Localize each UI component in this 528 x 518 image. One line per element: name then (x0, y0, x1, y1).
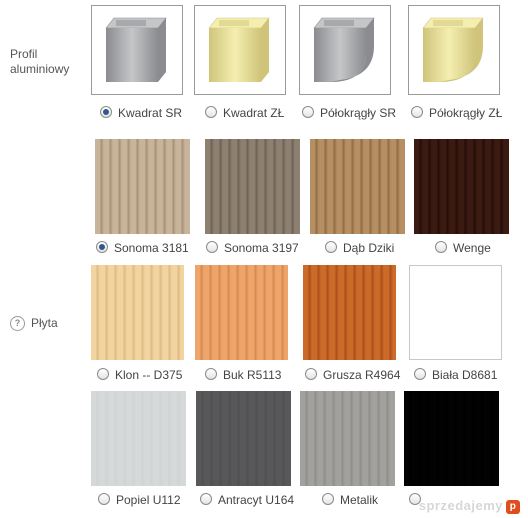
radio-button[interactable] (200, 493, 212, 505)
radio-button[interactable] (96, 241, 108, 253)
watermark: sprzedajemy p (419, 498, 520, 514)
radio-button[interactable] (322, 493, 334, 505)
board-option-1[interactable]: Sonoma 3181 (96, 240, 189, 256)
board-option-6[interactable]: Buk R5113 (205, 367, 281, 383)
board-option-2[interactable]: Sonoma 3197 (206, 240, 299, 256)
profile-image-4[interactable] (408, 5, 500, 95)
radio-button[interactable] (97, 368, 109, 380)
radio-button[interactable] (435, 241, 447, 253)
board-option-11[interactable]: Metalik (322, 492, 378, 508)
option-label: Grusza R4964 (323, 368, 401, 382)
profile-option-1[interactable]: Kwadrat SR (100, 105, 182, 121)
option-label: Kwadrat SR (118, 106, 183, 120)
option-label: Wenge (453, 241, 491, 255)
board-swatch-8[interactable] (409, 265, 502, 360)
profile-option-4[interactable]: Półokrągły ZŁ (411, 105, 502, 121)
profile-option-3[interactable]: Półokrągły SR (302, 105, 396, 121)
radio-button[interactable] (98, 493, 110, 505)
board-swatch-3[interactable] (310, 139, 405, 234)
option-label: Klon -- D375 (115, 368, 183, 382)
profile-image-1[interactable] (91, 5, 183, 95)
board-swatch-11[interactable] (300, 391, 395, 486)
board-swatch-7[interactable] (303, 265, 396, 360)
option-label: Półokrągły ZŁ (429, 106, 503, 120)
board-swatch-12[interactable] (404, 391, 499, 486)
option-label: Antracyt U164 (218, 493, 295, 507)
board-swatch-2[interactable] (205, 139, 300, 234)
option-label: Metalik (340, 493, 379, 507)
profile-option-2[interactable]: Kwadrat ZŁ (205, 105, 284, 121)
profile-label: Profil aluminiowy (10, 47, 70, 76)
option-label: Popiel U112 (116, 493, 181, 507)
board-option-7[interactable]: Grusza R4964 (305, 367, 400, 383)
radio-button[interactable] (206, 241, 218, 253)
board-swatch-9[interactable] (91, 391, 186, 486)
option-label: Biała D8681 (432, 368, 498, 382)
option-label: Sonoma 3197 (224, 241, 299, 255)
board-swatch-1[interactable] (95, 139, 190, 234)
radio-button[interactable] (205, 368, 217, 380)
radio-button[interactable] (305, 368, 317, 380)
board-option-4[interactable]: Wenge (435, 240, 491, 256)
profile-shape-icon (313, 17, 375, 82)
help-icon[interactable]: ? (10, 316, 25, 332)
board-swatch-4[interactable] (414, 139, 509, 234)
board-swatch-5[interactable] (91, 265, 184, 360)
option-label: Buk R5113 (223, 368, 282, 382)
board-option-9[interactable]: Popiel U112 (98, 492, 181, 508)
profile-image-3[interactable] (299, 5, 391, 95)
option-label: Kwadrat ZŁ (223, 106, 285, 120)
option-label: Półokrągły SR (320, 106, 397, 120)
board-option-10[interactable]: Antracyt U164 (200, 492, 294, 508)
watermark-logo-icon: p (506, 500, 520, 514)
radio-button[interactable] (414, 368, 426, 380)
radio-button[interactable] (302, 106, 314, 118)
radio-button[interactable] (411, 106, 423, 118)
option-label: Dąb Dziki (343, 241, 395, 255)
board-swatch-10[interactable] (196, 391, 291, 486)
profile-shape-icon (105, 17, 167, 82)
profile-shape-icon (208, 17, 270, 82)
board-option-3[interactable]: Dąb Dziki (325, 240, 394, 256)
radio-button[interactable] (205, 106, 217, 118)
profile-shape-icon (422, 17, 484, 82)
option-label: Sonoma 3181 (114, 241, 189, 255)
radio-button[interactable] (100, 106, 112, 118)
board-label: ? Płyta (10, 316, 58, 332)
board-swatch-6[interactable] (195, 265, 288, 360)
board-option-5[interactable]: Klon -- D375 (97, 367, 182, 383)
board-option-8[interactable]: Biała D8681 (414, 367, 497, 383)
profile-image-2[interactable] (194, 5, 286, 95)
radio-button[interactable] (325, 241, 337, 253)
